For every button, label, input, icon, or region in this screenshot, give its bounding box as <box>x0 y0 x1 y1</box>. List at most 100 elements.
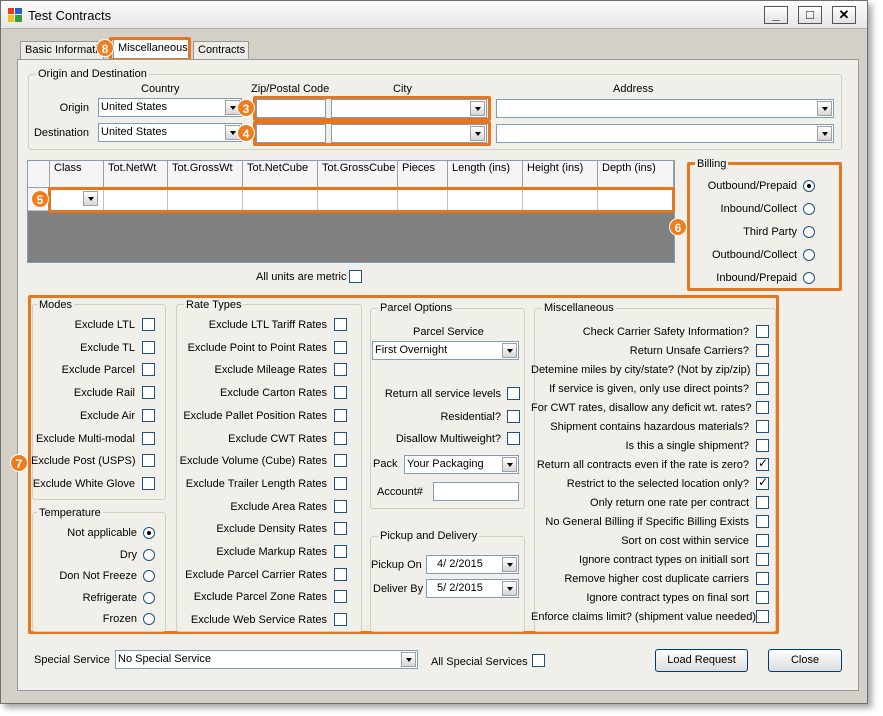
misc-checkbox-3[interactable] <box>756 382 769 395</box>
rate-type-checkbox-0[interactable] <box>334 318 347 331</box>
rate-type-checkbox-11[interactable] <box>334 567 347 581</box>
mode-checkbox-6[interactable] <box>142 454 155 468</box>
misc-option-label: For CWT rates, disallow any deficit wt. … <box>531 402 752 414</box>
tab-contracts[interactable]: Contracts <box>193 41 249 59</box>
temperature-radio-4[interactable] <box>143 613 155 625</box>
rate-type-checkbox-2[interactable] <box>334 363 347 377</box>
chevron-down-icon <box>502 457 517 472</box>
misc-checkbox-5[interactable] <box>756 420 769 433</box>
temperature-radio-2[interactable] <box>143 570 155 582</box>
billing-inbound-collect-radio[interactable] <box>803 203 815 215</box>
callout-8: 8 <box>96 39 114 57</box>
rate-type-checkbox-5[interactable] <box>334 431 347 445</box>
mode-checkbox-2[interactable] <box>142 363 155 377</box>
rate-type-checkbox-6[interactable] <box>334 454 347 468</box>
mode-checkbox-3[interactable] <box>142 386 155 400</box>
billing-option-label: Outbound/Collect <box>712 249 797 261</box>
misc-checkbox-7[interactable] <box>756 456 769 471</box>
city-column-label: City <box>393 83 412 95</box>
mode-label: Exclude Air <box>79 409 135 422</box>
misc-checkbox-11[interactable] <box>756 534 769 547</box>
rate-type-checkbox-8[interactable] <box>334 499 347 513</box>
origin-address-select[interactable] <box>496 99 834 118</box>
maximize-button[interactable]: □ <box>798 6 822 24</box>
metric-checkbox[interactable] <box>349 270 362 283</box>
rate-type-label: Exclude Pallet Position Rates <box>183 409 327 422</box>
minimize-button[interactable]: _ <box>764 6 788 24</box>
billing-option-label: Outbound/Prepaid <box>707 180 797 192</box>
misc-checkbox-2[interactable] <box>756 363 769 376</box>
misc-checkbox-0[interactable] <box>756 325 769 338</box>
misc-checkbox-4[interactable] <box>756 401 769 414</box>
pack-select[interactable]: Your Packaging <box>404 455 519 474</box>
rate-type-checkbox-9[interactable] <box>334 522 347 536</box>
tab-basic-information[interactable]: Basic Informati <box>20 41 104 59</box>
mode-checkbox-5[interactable] <box>142 431 155 445</box>
close-window-button[interactable]: ✕ <box>832 6 856 24</box>
special-service-select[interactable]: No Special Service <box>115 650 418 669</box>
account-input[interactable] <box>433 482 519 501</box>
origin-country-value: United States <box>101 101 168 113</box>
temperature-radio-0[interactable] <box>143 527 155 539</box>
billing-option-label: Third Party <box>743 226 797 238</box>
misc-checkbox-9[interactable] <box>756 496 769 509</box>
origin-country-select[interactable]: United States <box>98 98 242 117</box>
pickup-date-picker[interactable]: 4/ 2/2015 <box>426 555 519 574</box>
window: Test Contracts _ □ ✕ Basic Informati Mis… <box>0 0 868 704</box>
mode-checkbox-0[interactable] <box>142 318 155 331</box>
misc-checkbox-1[interactable] <box>756 344 769 357</box>
highlight-box-tab <box>109 37 191 61</box>
mode-checkbox-4[interactable] <box>142 408 155 422</box>
temperature-option-label: Don Not Freeze <box>59 570 137 582</box>
mode-label: Exclude White Glove <box>32 477 135 490</box>
misc-checkbox-8[interactable] <box>756 475 769 490</box>
deliver-date-picker[interactable]: 5/ 2/2015 <box>426 579 519 598</box>
modes-group <box>32 304 166 500</box>
billing-label: Billing <box>695 158 729 170</box>
temperature-option-label: Frozen <box>102 613 137 625</box>
misc-option-label: Enforce claims limit? (shipment value ne… <box>531 611 756 623</box>
mode-checkbox-1[interactable] <box>142 340 155 354</box>
rate-type-checkbox-4[interactable] <box>334 408 347 422</box>
billing-third-party-radio[interactable] <box>803 226 815 238</box>
misc-checkbox-12[interactable] <box>756 553 769 566</box>
misc-checkbox-13[interactable] <box>756 572 769 585</box>
rate-type-checkbox-12[interactable] <box>334 590 347 604</box>
grid-header-length: Length (ins) <box>448 161 523 188</box>
misc-checkbox-14[interactable] <box>756 591 769 604</box>
rate-type-label: Exclude Parcel Carrier Rates <box>185 568 327 581</box>
rate-type-checkbox-3[interactable] <box>334 386 347 400</box>
mode-checkbox-7[interactable] <box>142 476 155 490</box>
app-icon <box>8 8 22 22</box>
billing-inbound-prepaid-radio[interactable] <box>803 272 815 284</box>
residential-checkbox[interactable] <box>507 410 520 423</box>
destination-address-select[interactable] <box>496 124 834 143</box>
chevron-down-icon <box>817 126 832 141</box>
billing-outbound-prepaid-radio[interactable] <box>803 180 815 192</box>
parcel-service-select[interactable]: First Overnight <box>372 341 519 360</box>
parcel-check-label: Residential? <box>440 411 501 423</box>
temperature-radio-1[interactable] <box>143 548 155 561</box>
billing-outbound-collect-radio[interactable] <box>803 249 815 261</box>
close-button[interactable]: Close <box>768 649 842 672</box>
rate-type-checkbox-13[interactable] <box>334 613 347 627</box>
grid-header-class: Class <box>50 161 104 188</box>
return-all-service-levels-checkbox[interactable] <box>507 387 520 400</box>
highlight-box-destination <box>253 121 491 146</box>
misc-checkbox-6[interactable] <box>756 439 769 452</box>
grid-header-totgrosswt: Tot.GrossWt <box>168 161 243 188</box>
misc-checkbox-10[interactable] <box>756 515 769 528</box>
rate-type-checkbox-7[interactable] <box>334 476 347 490</box>
rate-types-label: Rate Types <box>184 299 244 311</box>
mode-label: Exclude TL <box>80 341 135 354</box>
disallow-multiweight-checkbox[interactable] <box>507 432 520 445</box>
rate-type-checkbox-10[interactable] <box>334 545 347 558</box>
misc-checkbox-15[interactable] <box>756 610 769 623</box>
load-request-button[interactable]: Load Request <box>655 649 748 672</box>
temperature-option-label: Dry <box>119 548 137 561</box>
rate-type-checkbox-1[interactable] <box>334 340 347 354</box>
misc-option-label: Shipment contains hazardous materials? <box>550 421 749 433</box>
all-special-services-checkbox[interactable] <box>532 654 545 667</box>
destination-country-select[interactable]: United States <box>98 123 242 142</box>
temperature-radio-3[interactable] <box>143 591 155 604</box>
